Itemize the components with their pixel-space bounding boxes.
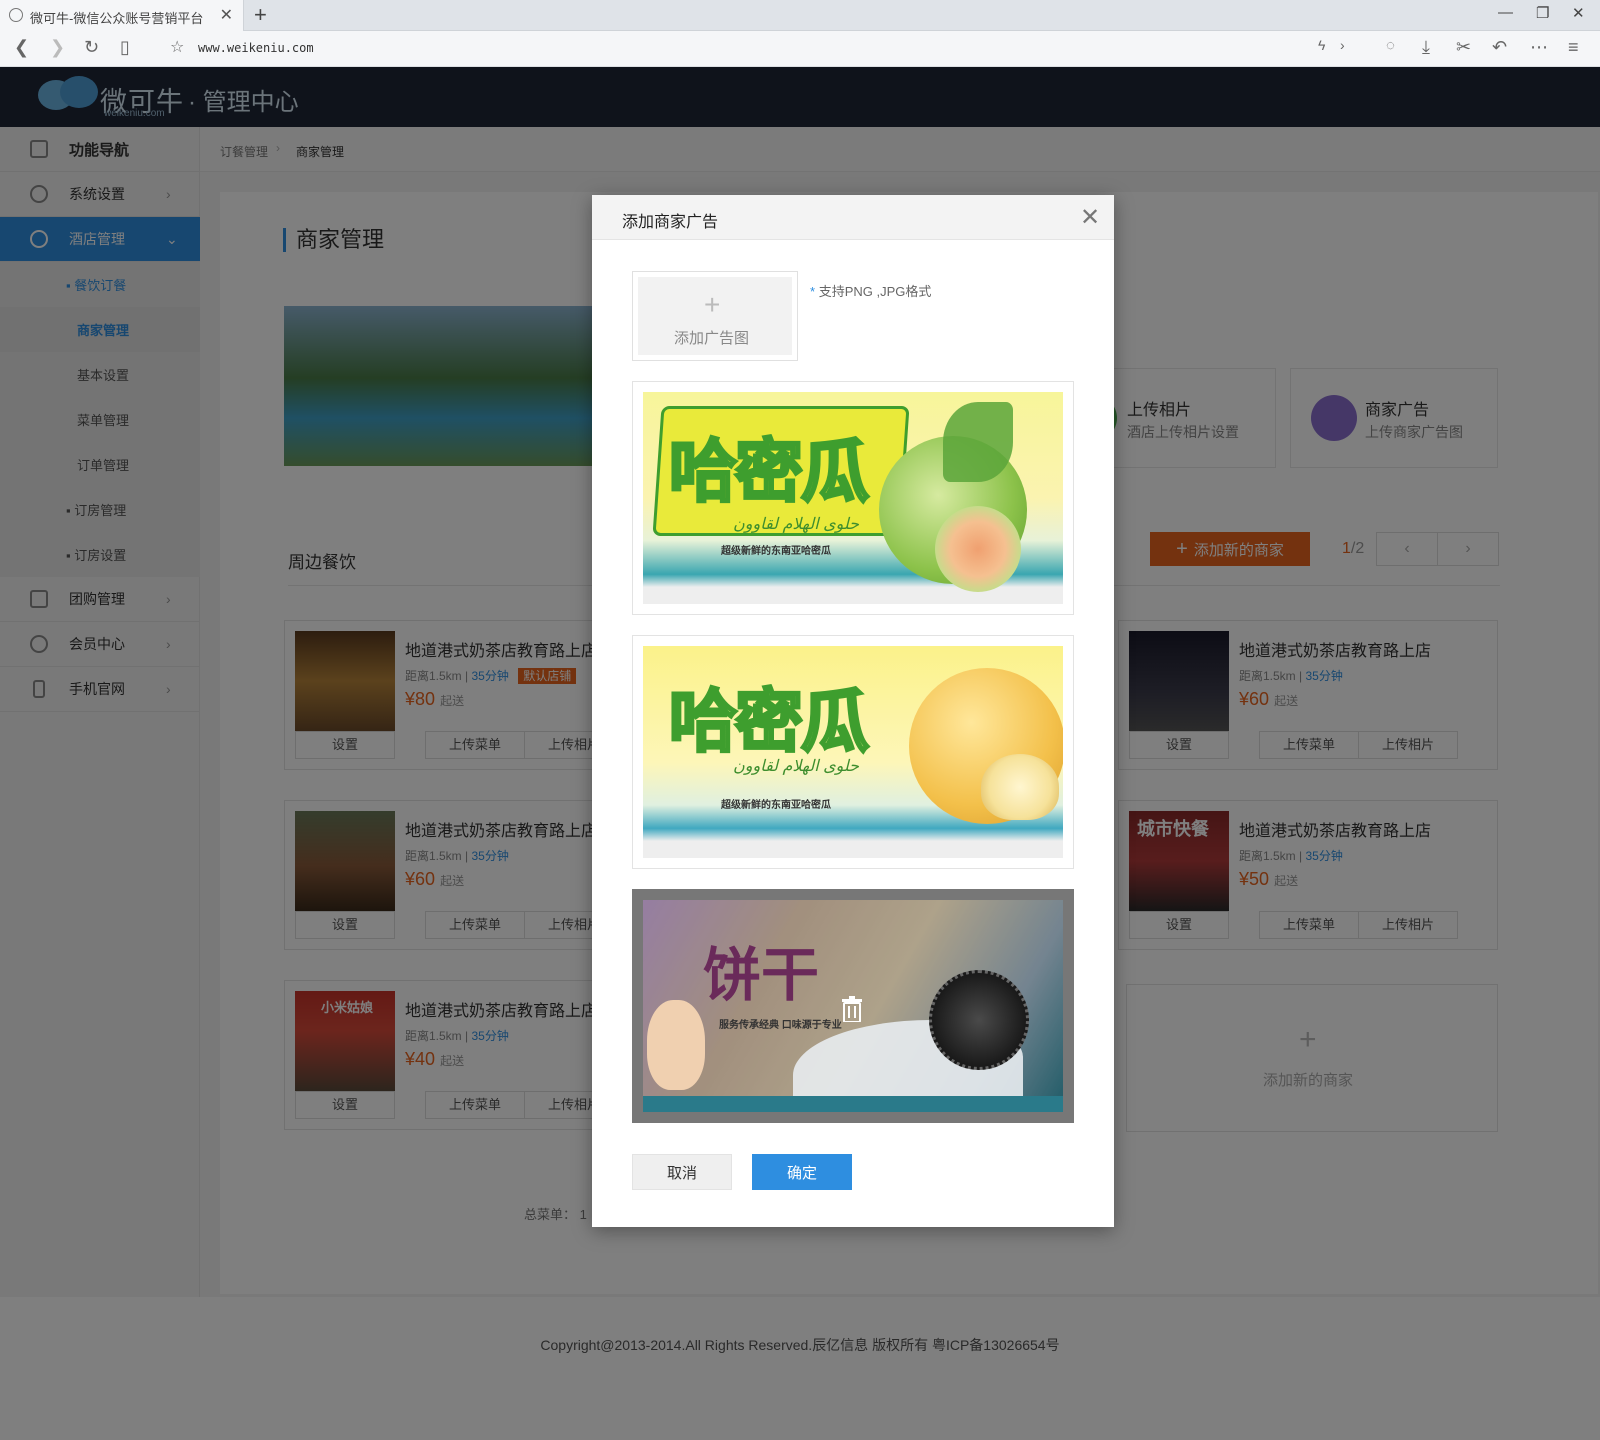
ad-arabic-text: حلوى الهلام لقاوون bbox=[733, 516, 860, 533]
ad-image-item[interactable]: 哈密瓜 حلوى الهلام لقاوون 超级新鲜的东南亚哈密瓜 bbox=[632, 381, 1074, 615]
more-icon[interactable]: ⋯ bbox=[1530, 37, 1548, 58]
ad-arabic-text: حلوى الهلام لقاوون bbox=[733, 758, 860, 775]
close-tab-icon[interactable]: ✕ bbox=[220, 5, 233, 25]
plus-icon: + bbox=[704, 289, 721, 320]
cancel-button[interactable]: 取消 bbox=[632, 1154, 732, 1190]
modal-title: 添加商家广告 bbox=[622, 214, 719, 231]
close-window-icon[interactable]: ✕ bbox=[1572, 4, 1585, 22]
cookie-image bbox=[929, 970, 1029, 1070]
lightning-icon[interactable]: ϟ bbox=[1318, 37, 1325, 53]
browser-nav-bar: ❮ ❯ ↻ ▯ ☆ www.weikeniu.com ϟ › ◌ ⤓ ✂ ↶ ⋯… bbox=[0, 31, 1600, 67]
ad-image-item[interactable]: 哈密瓜 حلوى الهلام لقاوون 超级新鲜的东南亚哈密瓜 bbox=[632, 635, 1074, 869]
modal-header: 添加商家广告 ✕ bbox=[592, 195, 1114, 240]
menu-icon[interactable]: ≡ bbox=[1568, 37, 1579, 58]
undo-icon[interactable]: ↶ bbox=[1492, 37, 1507, 58]
globe-icon bbox=[9, 8, 23, 22]
back-icon[interactable]: ❮ bbox=[14, 37, 29, 58]
upload-hint: * 支持PNG ,JPG格式 bbox=[810, 281, 931, 300]
cartoon-boy-image bbox=[647, 1000, 705, 1090]
forward-icon[interactable]: ❯ bbox=[50, 37, 65, 58]
upload-drop-area[interactable]: + 添加广告图 bbox=[638, 277, 792, 355]
new-tab-icon[interactable]: + bbox=[254, 2, 267, 28]
chat-icon[interactable]: ◌ bbox=[1386, 37, 1395, 54]
ad-image: 哈密瓜 حلوى الهلام لقاوون 超级新鲜的东南亚哈密瓜 bbox=[643, 646, 1063, 858]
upload-label: 添加广告图 bbox=[674, 330, 750, 347]
ad-headline: 饼干 bbox=[703, 941, 820, 1009]
reload-icon[interactable]: ↻ bbox=[84, 37, 99, 58]
tab-title: 微可牛-微信公众账号营销平台 bbox=[30, 11, 204, 26]
hint-text: 支持PNG ,JPG格式 bbox=[818, 284, 932, 299]
restore-icon[interactable]: ❐ bbox=[1536, 4, 1549, 22]
hint-star: * bbox=[810, 284, 816, 299]
melon-slice-image bbox=[981, 754, 1059, 820]
ad-image: 哈密瓜 حلوى الهلام لقاوون 超级新鲜的东南亚哈密瓜 bbox=[643, 392, 1063, 604]
ad-subtitle: 超级新鲜的东南亚哈密瓜 bbox=[721, 546, 831, 557]
download-icon[interactable]: ⤓ bbox=[1422, 37, 1430, 58]
address-bar[interactable]: www.weikeniu.com bbox=[198, 41, 314, 55]
add-ad-modal: 添加商家广告 ✕ + 添加广告图 * 支持PNG ,JPG格式 哈密瓜 حلوى… bbox=[592, 195, 1114, 1227]
browser-tab-bar: 微可牛-微信公众账号营销平台 ✕ + — ❐ ✕ bbox=[0, 0, 1600, 31]
ad-headline: 哈密瓜 bbox=[667, 681, 870, 764]
leaf-image bbox=[943, 402, 1013, 482]
ad-subtitle: 服务传承经典 口味源于专业 bbox=[719, 1020, 842, 1031]
melon-slice-image bbox=[935, 506, 1021, 592]
browser-tab[interactable]: 微可牛-微信公众账号营销平台 ✕ bbox=[0, 0, 244, 31]
close-icon[interactable]: ✕ bbox=[1080, 203, 1100, 232]
confirm-button[interactable]: 确定 bbox=[752, 1154, 852, 1190]
ad-image-item-selected[interactable]: 饼干 服务传承经典 口味源于专业 bbox=[632, 889, 1074, 1123]
favorite-icon[interactable]: ☆ bbox=[170, 37, 184, 57]
reader-icon[interactable]: ▯ bbox=[120, 37, 130, 58]
ad-subtitle: 超级新鲜的东南亚哈密瓜 bbox=[721, 800, 831, 811]
ad-headline: 哈密瓜 bbox=[667, 431, 870, 514]
chevron-right-icon[interactable]: › bbox=[1340, 37, 1345, 53]
trash-icon[interactable] bbox=[841, 996, 863, 1022]
scissors-icon[interactable]: ✂ bbox=[1456, 37, 1471, 58]
minimize-icon[interactable]: — bbox=[1498, 4, 1513, 21]
upload-ad-image[interactable]: + 添加广告图 bbox=[632, 271, 798, 361]
ad-bottom-strip bbox=[643, 1096, 1063, 1112]
